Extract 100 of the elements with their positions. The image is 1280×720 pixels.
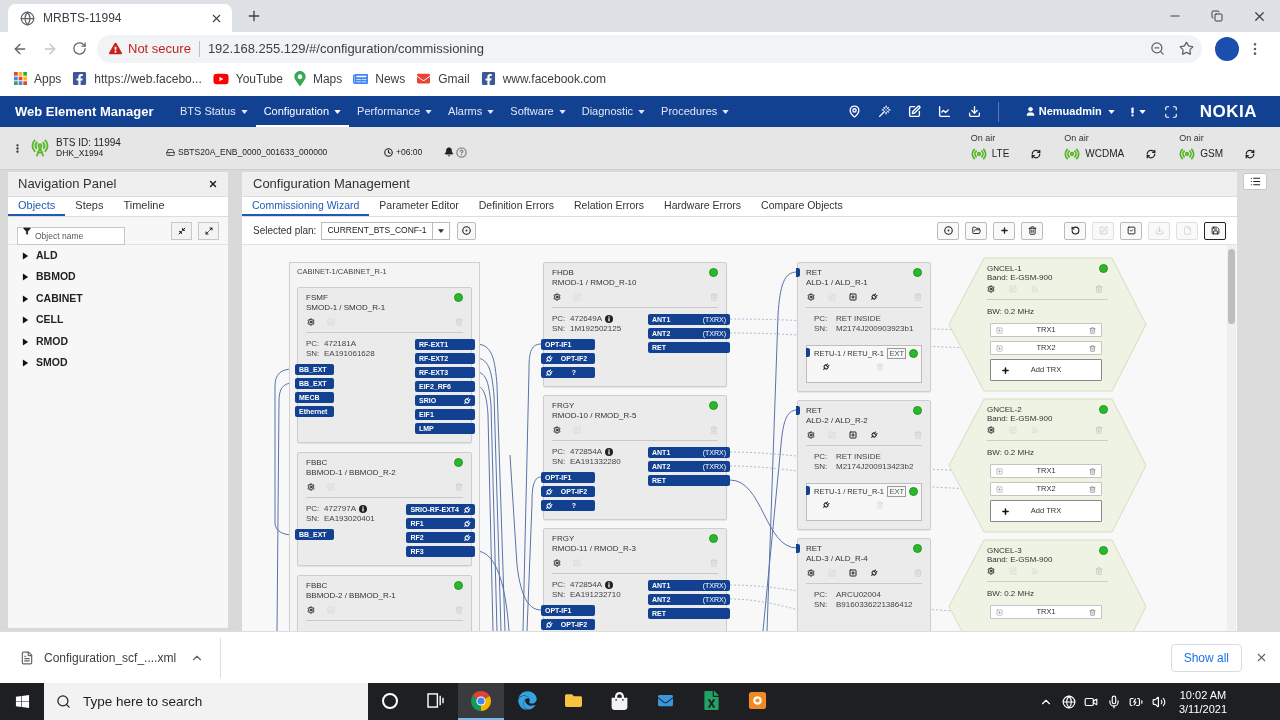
toolbar-button[interactable] <box>993 221 1015 240</box>
config-tab[interactable]: Hardware Errors <box>654 197 752 216</box>
sn-label: SN: <box>814 600 829 610</box>
location-pin-icon[interactable] <box>848 105 862 118</box>
toolbar-button[interactable] <box>1064 221 1086 240</box>
panel-tab[interactable]: Timeline <box>113 197 175 216</box>
bookmark[interactable]: www.facebook.com <box>479 69 607 88</box>
line-chart-icon[interactable] <box>938 105 952 118</box>
refresh-icon[interactable] <box>1146 149 1157 159</box>
config-tab[interactable]: Definition Errors <box>468 197 564 216</box>
search-field[interactable]: Type here to search <box>44 683 368 720</box>
star-icon[interactable] <box>1179 41 1194 56</box>
refresh-icon[interactable] <box>1245 149 1255 159</box>
download-icon[interactable] <box>968 105 982 118</box>
browser-tab[interactable]: MRBTS-11994 <box>8 4 232 32</box>
toolbar-button[interactable] <box>937 221 959 240</box>
gear-icon[interactable] <box>807 569 815 577</box>
bookmark[interactable]: News <box>352 69 407 88</box>
speaker-icon[interactable] <box>1151 694 1166 709</box>
bookmark[interactable]: https://web.facebo... <box>71 69 203 88</box>
show-all-button[interactable]: Show all <box>1170 643 1242 672</box>
plan-select[interactable]: CURRENT_BTS_CONF-1 <box>321 221 451 240</box>
tree-item[interactable]: CABINET <box>8 288 228 310</box>
bookmark[interactable]: YouTube <box>211 69 284 88</box>
refresh-icon[interactable] <box>1031 149 1042 159</box>
bell-icon[interactable] <box>444 147 454 157</box>
gear-icon[interactable] <box>987 567 995 575</box>
scrollbar-thumb[interactable] <box>1228 249 1235 324</box>
collapse-button[interactable] <box>171 221 192 240</box>
panel-tab[interactable]: Steps <box>65 197 114 216</box>
gear-icon[interactable] <box>553 559 561 567</box>
new-tab-icon[interactable] <box>246 8 262 24</box>
config-tab[interactable]: Parameter Editor <box>369 197 469 216</box>
sn-value: 1M192502125 <box>570 324 622 334</box>
expand-button[interactable] <box>198 221 219 240</box>
gear-icon[interactable] <box>553 293 561 301</box>
filter-field[interactable]: Object name <box>17 226 125 245</box>
tree-item[interactable]: ALD <box>8 245 228 267</box>
tree-item[interactable]: CELL <box>8 309 228 331</box>
add-square-icon[interactable] <box>849 569 857 577</box>
scrollbar-track[interactable] <box>1227 245 1236 631</box>
toolbar-button[interactable] <box>965 221 987 240</box>
toolbar-button[interactable] <box>1204 221 1226 240</box>
add-square-icon[interactable] <box>849 293 857 301</box>
config-tab[interactable]: Commissioning Wizard <box>242 197 370 216</box>
globe-icon[interactable] <box>1061 694 1076 709</box>
radio-state: On air <box>1064 134 1090 143</box>
list-view-button[interactable] <box>1243 173 1267 190</box>
menu-item[interactable]: Software <box>502 96 574 127</box>
panel-tab[interactable]: Objects <box>8 197 66 216</box>
gear-icon[interactable] <box>307 318 315 326</box>
alerts-menu[interactable] <box>1130 106 1146 117</box>
trash-icon[interactable] <box>1089 467 1096 475</box>
gear-icon[interactable] <box>307 606 315 614</box>
reload-icon[interactable] <box>72 41 87 56</box>
gear-icon[interactable] <box>987 285 995 293</box>
menu-item[interactable]: BTS Status <box>172 96 256 127</box>
trash-icon[interactable] <box>1089 485 1096 493</box>
close-icon[interactable] <box>1255 651 1268 664</box>
taskbar-app[interactable] <box>458 683 504 720</box>
close-icon[interactable] <box>208 179 218 189</box>
config-tab[interactable]: Compare Objects <box>751 197 853 216</box>
avatar-icon[interactable] <box>1215 36 1239 61</box>
pc-label: PC: <box>814 314 829 324</box>
facebook-icon <box>480 71 496 86</box>
menu-item[interactable]: Alarms <box>440 96 503 127</box>
user-menu[interactable]: Nemuadmin <box>1024 103 1115 120</box>
menu-item[interactable]: Performance <box>349 96 441 127</box>
tree-item[interactable]: SMOD <box>8 352 228 374</box>
trash-icon[interactable] <box>1089 608 1096 616</box>
expand-icon[interactable] <box>1163 104 1178 119</box>
bookmark[interactable]: Apps <box>13 69 63 88</box>
gear-icon[interactable] <box>553 426 561 434</box>
tree-item[interactable]: BBMOD <box>8 266 228 288</box>
microphone-icon[interactable] <box>1106 694 1121 709</box>
trash-icon[interactable] <box>1089 326 1096 334</box>
gear-icon[interactable] <box>307 483 315 491</box>
add-square-icon[interactable] <box>849 431 857 439</box>
address-bar[interactable]: Not secure 192.168.255.129/#/configuration/commissioning <box>97 34 1202 63</box>
edit-icon[interactable] <box>908 105 922 118</box>
gear-icon[interactable] <box>807 293 815 301</box>
gear-icon[interactable] <box>807 431 815 439</box>
download-item[interactable]: Configuration_scf_....xml <box>0 637 221 678</box>
trash-icon[interactable] <box>1089 344 1096 352</box>
plan-action-button[interactable] <box>457 221 477 240</box>
plus-icon <box>999 226 1009 235</box>
toolbar-button[interactable] <box>1021 221 1043 240</box>
bookmark[interactable]: Gmail <box>415 69 471 88</box>
windows-logo-icon[interactable] <box>14 694 30 709</box>
tree-item[interactable]: RMOD <box>8 331 228 353</box>
menu-item[interactable]: Procedures <box>653 96 738 127</box>
clock[interactable]: 10:02 AM 3/11/2021 <box>1170 687 1236 716</box>
restore-icon[interactable] <box>1211 10 1223 22</box>
sn-label: SN: <box>814 324 829 334</box>
magic-wand-icon[interactable] <box>878 105 892 118</box>
zoom-out-icon[interactable] <box>1150 41 1165 56</box>
gear-icon[interactable] <box>987 426 995 434</box>
bookmark[interactable]: Maps <box>292 69 344 88</box>
config-tab[interactable]: Relation Errors <box>564 197 655 216</box>
menu-item[interactable]: Diagnostic <box>573 96 654 127</box>
